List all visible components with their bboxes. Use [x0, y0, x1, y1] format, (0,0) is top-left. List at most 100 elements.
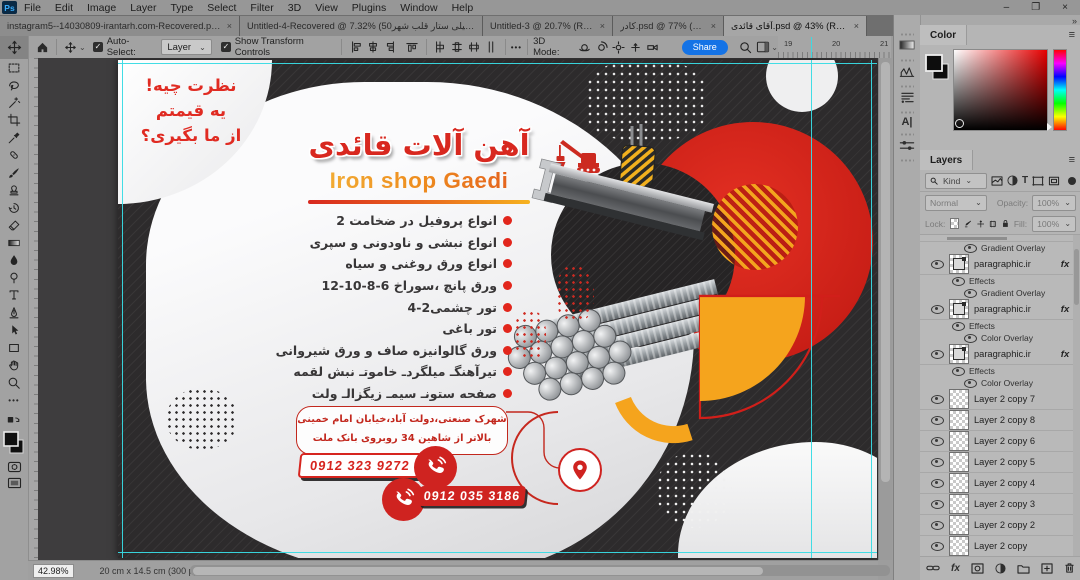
filter-toggle-icon[interactable]	[1068, 177, 1076, 185]
foreground-background-swatches[interactable]	[0, 427, 28, 459]
fx-badge[interactable]: fx	[1061, 259, 1069, 270]
quick-selection-tool[interactable]	[0, 94, 28, 112]
menu-file[interactable]: File	[17, 2, 48, 14]
blend-mode-dropdown[interactable]: Normal ⌄	[925, 195, 987, 211]
character-panel-icon[interactable]: A|	[894, 116, 920, 128]
path-select-tool[interactable]	[0, 322, 28, 340]
type-tool[interactable]	[0, 287, 28, 305]
visibility-eye-icon[interactable]	[931, 350, 944, 359]
vertical-scrollbar[interactable]	[878, 58, 892, 560]
3d-roll-icon[interactable]	[593, 38, 610, 56]
eyedropper-tool[interactable]	[0, 129, 28, 147]
scrollbar-thumb[interactable]	[881, 62, 890, 482]
lock-artboard-icon[interactable]	[989, 219, 997, 229]
color-panel-tab[interactable]: Color	[920, 25, 967, 45]
filter-smart-object-icon[interactable]	[1048, 176, 1060, 186]
guide-line[interactable]	[118, 63, 877, 64]
align-center-h-icon[interactable]	[364, 38, 381, 56]
layer-thumbnail[interactable]	[949, 299, 969, 319]
layer-thumbnail[interactable]	[949, 410, 969, 430]
tab-document-1[interactable]: instagram5--14030809-irantarh.com-Recove…	[0, 16, 240, 36]
swap-colors-icon[interactable]	[0, 415, 28, 427]
layer-thumbnail[interactable]	[949, 389, 969, 409]
layer-effect-row[interactable]: Color Overlay	[920, 332, 1080, 344]
fill-value[interactable]: 100% ⌄	[1032, 216, 1076, 232]
add-layer-style-icon[interactable]: fx	[951, 563, 960, 574]
tab-document-4[interactable]: کادر.psd @ 77% (RGB/... ×	[613, 16, 724, 36]
guide-line[interactable]	[811, 60, 812, 558]
3d-orbit-icon[interactable]	[576, 38, 593, 56]
tab-close-icon[interactable]: ×	[711, 21, 716, 31]
search-icon[interactable]	[737, 38, 754, 56]
visibility-eye-icon[interactable]	[931, 416, 944, 425]
zoom-level-field[interactable]: 42.98%	[33, 564, 74, 578]
lock-pixels-icon[interactable]	[964, 219, 972, 229]
fx-badge[interactable]: fx	[1061, 349, 1069, 360]
layers-panel-tab[interactable]: Layers	[920, 150, 973, 170]
link-layers-icon[interactable]	[926, 563, 940, 573]
clone-stamp-tool[interactable]	[0, 182, 28, 200]
move-tool-preset-icon[interactable]	[62, 38, 79, 56]
brush-tool[interactable]	[0, 164, 28, 182]
chevron-down-icon[interactable]: ⌄	[771, 43, 778, 52]
panel-menu-icon[interactable]: ≡	[1069, 29, 1075, 41]
layer-row-partial[interactable]	[920, 235, 1080, 242]
tab-close-icon[interactable]: ×	[600, 21, 605, 31]
home-icon[interactable]	[34, 38, 51, 56]
rectangle-tool[interactable]	[0, 339, 28, 357]
workspace-icon[interactable]	[754, 38, 771, 56]
visibility-eye-icon[interactable]	[931, 260, 944, 269]
visibility-eye-icon[interactable]	[964, 379, 977, 388]
filter-kind-dropdown[interactable]: Kind ⌄	[925, 173, 987, 189]
lock-all-icon[interactable]	[1002, 218, 1009, 229]
filter-shape-icon[interactable]	[1032, 176, 1044, 186]
auto-select-dropdown[interactable]: Layer ⌄	[161, 39, 211, 55]
screen-mode-icon[interactable]	[0, 475, 28, 491]
tab-close-icon[interactable]: ×	[854, 21, 859, 31]
blur-tool[interactable]	[0, 252, 28, 270]
layer-thumbnail[interactable]	[949, 536, 969, 556]
crop-tool[interactable]	[0, 112, 28, 130]
visibility-eye-icon[interactable]	[964, 334, 977, 343]
guide-line[interactable]	[871, 60, 872, 558]
layer-effect-row[interactable]: Effects	[920, 275, 1080, 287]
add-mask-icon[interactable]	[971, 563, 984, 574]
color-swatches[interactable]	[924, 53, 952, 83]
new-group-icon[interactable]	[1017, 563, 1030, 574]
hue-slider[interactable]	[1053, 49, 1067, 131]
tab-document-active[interactable]: آقای قائدی.psd @ 43% (RGB/8#) * ×	[724, 16, 867, 36]
layer-thumbnail[interactable]	[949, 254, 969, 274]
restore-button[interactable]: ❐	[1031, 2, 1040, 13]
visibility-eye-icon[interactable]	[931, 521, 944, 530]
visibility-eye-icon[interactable]	[931, 305, 944, 314]
align-top-icon[interactable]	[404, 38, 421, 56]
layer-effect-row[interactable]: Gradient Overlay	[920, 242, 1080, 254]
minimize-button[interactable]: –	[1004, 2, 1010, 13]
share-button[interactable]: Share	[682, 40, 728, 55]
visibility-eye-icon[interactable]	[952, 367, 965, 376]
layer-row[interactable]: paragraphic.ir fx ^	[920, 344, 1080, 365]
layer-effect-row[interactable]: Effects	[920, 320, 1080, 332]
3d-slide-icon[interactable]	[627, 38, 644, 56]
distribute-center-icon[interactable]	[449, 38, 466, 56]
layer-row[interactable]: Layer 2 copy 3	[920, 494, 1080, 515]
gradients-panel-icon[interactable]	[894, 39, 920, 51]
menu-plugins[interactable]: Plugins	[345, 2, 393, 14]
histogram-panel-icon[interactable]	[894, 65, 920, 78]
visibility-eye-icon[interactable]	[931, 437, 944, 446]
chevron-down-icon[interactable]: ⌄	[79, 43, 86, 52]
guide-line[interactable]	[122, 60, 123, 558]
layer-thumbnail[interactable]	[949, 494, 969, 514]
canvas-pasteboard[interactable]: نظرت چیه! یه قیمتم از ما بگیری؟ آهن آلات…	[38, 58, 878, 560]
show-transform-checkbox[interactable]: ✓	[221, 42, 230, 52]
tab-document-2[interactable]: Untitled-4-Recovered @ 7.32% (50میلیون ت…	[240, 16, 483, 36]
menu-layer[interactable]: Layer	[123, 2, 163, 14]
menu-filter[interactable]: Filter	[243, 2, 280, 14]
auto-select-checkbox[interactable]: ✓	[93, 42, 102, 52]
panel-menu-icon[interactable]: ≡	[1069, 154, 1075, 166]
color-picker-field[interactable]	[953, 49, 1048, 131]
zoom-tool[interactable]	[0, 374, 28, 392]
menu-3d[interactable]: 3D	[281, 2, 308, 14]
layer-row[interactable]: Layer 2 copy 4	[920, 473, 1080, 494]
visibility-eye-icon[interactable]	[964, 289, 977, 298]
